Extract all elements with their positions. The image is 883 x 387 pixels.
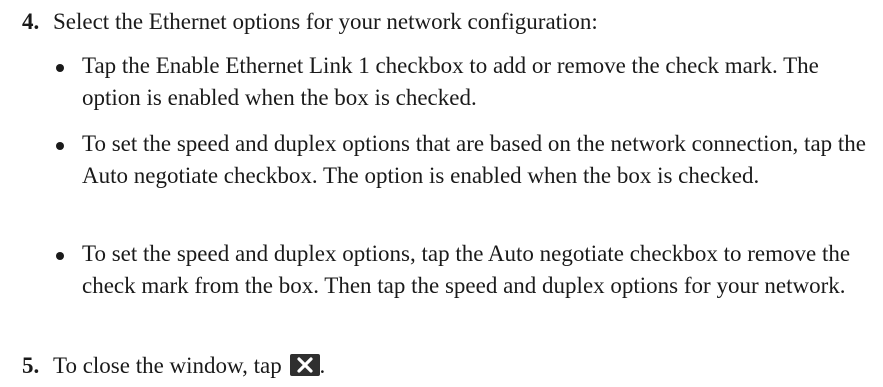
step-text-content: To close the window, tap: [53, 353, 282, 378]
bullet-dot-icon: [56, 142, 64, 150]
document-page: 4. Select the Ethernet options for your …: [0, 0, 883, 387]
trailing-period: .: [319, 353, 326, 378]
close-icon: [289, 354, 320, 376]
bullet-text: Tap the Enable Ethernet Link 1 checkbox …: [82, 53, 819, 110]
step-text: Select the Ethernet options for your net…: [53, 9, 598, 34]
bullet-dot-icon: [56, 252, 64, 260]
bullet-dot-icon: [56, 64, 64, 72]
step-text: To close the window, tap .: [53, 349, 325, 383]
step-number: 5.: [22, 353, 40, 378]
bullet-text: To set the speed and duplex options that…: [82, 131, 866, 188]
bullet-text: To set the speed and duplex options, tap…: [82, 241, 851, 298]
step-number: 4.: [22, 9, 40, 34]
